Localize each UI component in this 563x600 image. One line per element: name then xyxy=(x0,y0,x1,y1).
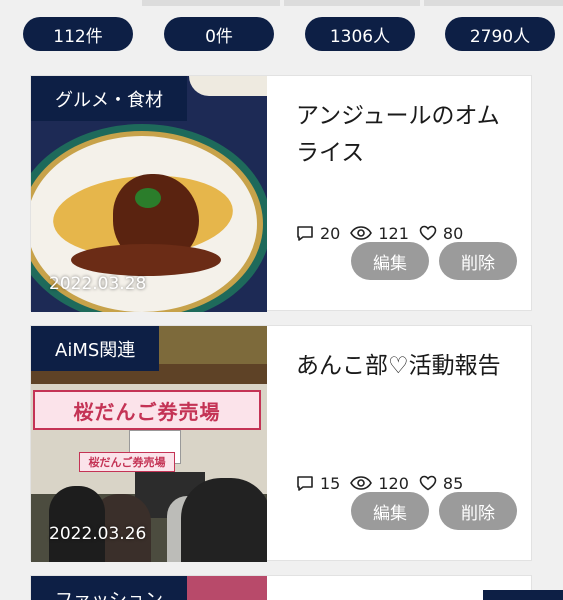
article-title[interactable]: アンジュールのオムライス xyxy=(296,98,506,172)
delete-button[interactable]: 削除 xyxy=(439,492,517,530)
tab-segment[interactable] xyxy=(284,0,420,6)
comment-bubble-icon xyxy=(297,225,313,241)
article-thumbnail[interactable]: ファッション xyxy=(31,576,267,600)
category-badge: AiMS関連 xyxy=(31,326,160,371)
article-card[interactable]: グルメ・食材 2022.03.28 アンジュールのオムライス 20 121 80… xyxy=(30,75,532,312)
tab-segment[interactable] xyxy=(424,0,563,6)
view-count: 121 xyxy=(350,224,409,243)
article-card[interactable]: 桜だんご券売場 桜だんご券売場 AiMS関連 2022.03.26 あんこ部♡活… xyxy=(30,325,532,562)
like-count-value: 80 xyxy=(442,223,464,243)
stat-following-pill: 2790人 xyxy=(445,17,555,51)
eye-icon xyxy=(350,226,373,240)
delete-button[interactable]: 削除 xyxy=(439,242,517,280)
article-thumbnail[interactable]: グルメ・食材 2022.03.28 xyxy=(31,76,267,312)
category-badge: グルメ・食材 xyxy=(31,76,187,121)
tab-strip xyxy=(0,0,563,6)
view-count-value: 121 xyxy=(378,223,409,243)
stat-articles-pill: 112件 xyxy=(23,17,133,51)
comment-count-value: 20 xyxy=(320,223,341,243)
article-metrics: 15 120 85 xyxy=(296,472,473,494)
edit-button[interactable]: 編集 xyxy=(351,242,429,280)
stat-followers-pill: 1306人 xyxy=(305,17,415,51)
booth-sign: 桜だんご券売場 xyxy=(33,390,261,430)
article-date: 2022.03.26 xyxy=(49,524,147,544)
comment-count-value: 15 xyxy=(320,473,341,493)
article-thumbnail[interactable]: 桜だんご券売場 桜だんご券売場 AiMS関連 2022.03.26 xyxy=(31,326,267,562)
booth-small-sign: 桜だんご券売場 xyxy=(79,452,175,472)
tab-segment[interactable] xyxy=(142,0,280,6)
comment-count: 20 xyxy=(296,224,340,243)
like-count[interactable]: 80 xyxy=(419,224,463,243)
article-title[interactable]: あんこ部♡活動報告 xyxy=(296,348,506,385)
eye-icon xyxy=(350,476,373,490)
scroll-to-top-button[interactable] xyxy=(483,590,563,600)
comment-count: 15 xyxy=(296,474,340,493)
like-count[interactable]: 85 xyxy=(419,474,463,493)
heart-icon[interactable] xyxy=(419,225,437,241)
article-card[interactable]: ファッション xyxy=(30,575,532,600)
heart-icon[interactable] xyxy=(419,475,437,491)
view-count: 120 xyxy=(350,474,409,493)
stat-drafts-pill: 0件 xyxy=(164,17,274,51)
view-count-value: 120 xyxy=(378,473,409,493)
comment-bubble-icon xyxy=(297,475,313,491)
like-count-value: 85 xyxy=(442,473,464,493)
stats-bar: 112件 0件 1306人 2790人 xyxy=(0,17,563,51)
article-metrics: 20 121 80 xyxy=(296,222,473,244)
category-badge: ファッション xyxy=(31,576,187,600)
article-date: 2022.03.28 xyxy=(49,274,147,294)
edit-button[interactable]: 編集 xyxy=(351,492,429,530)
